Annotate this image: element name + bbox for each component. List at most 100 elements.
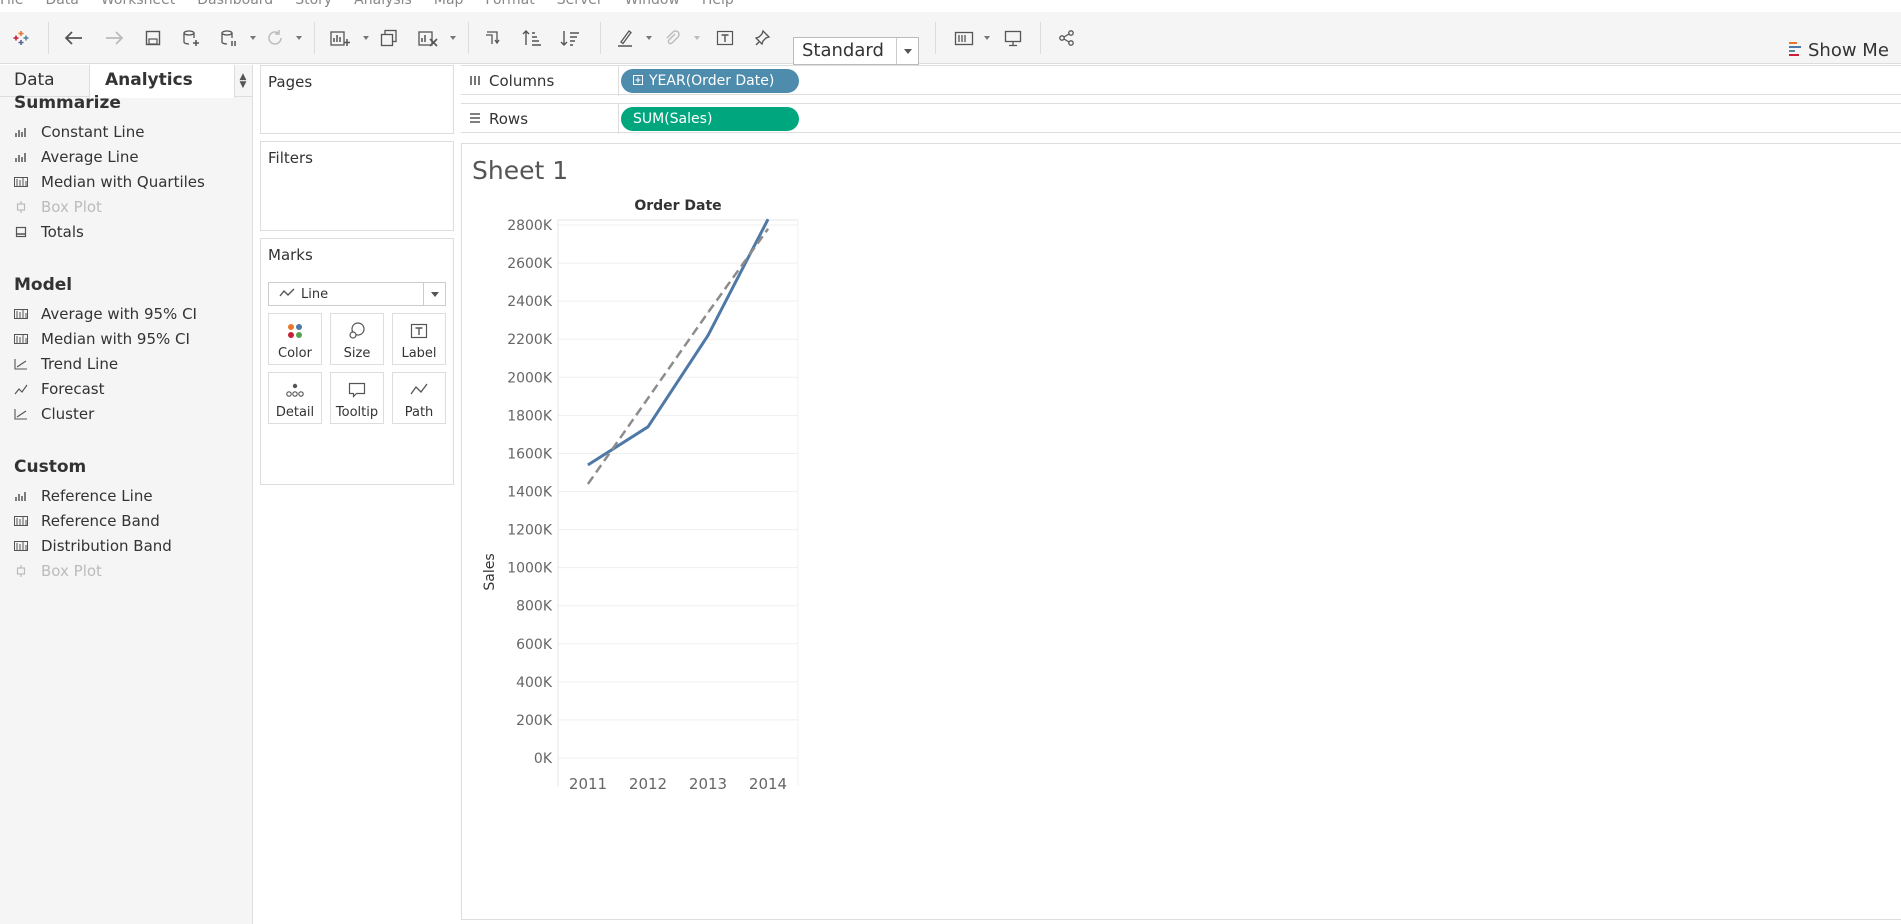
expand-icon[interactable] (633, 73, 643, 89)
group-icon[interactable] (660, 26, 682, 50)
band-icon (14, 332, 28, 346)
detail-button[interactable]: Detail (268, 372, 322, 424)
undo-icon[interactable] (62, 26, 86, 50)
forecast-icon (14, 382, 28, 396)
show-me-label: Show Me (1808, 39, 1889, 61)
analytics-item-average-line[interactable]: Average Line (14, 146, 139, 168)
menu-file[interactable]: File (0, 0, 23, 12)
menu-data[interactable]: Data (45, 0, 78, 12)
label-label: Label (401, 346, 437, 361)
analytics-item-totals[interactable]: Totals (14, 221, 84, 243)
menu-story[interactable]: Story (295, 0, 332, 12)
rows-shelf[interactable]: Rows SUM(Sales) (461, 103, 1901, 134)
analytics-item-label: Totals (41, 223, 84, 241)
color-button[interactable]: Color (268, 313, 322, 365)
y-tick-label: 400K (516, 675, 553, 691)
y-tick-label: 1400K (507, 485, 553, 501)
analytics-item-reference-band[interactable]: Reference Band (14, 510, 160, 532)
columns-pill[interactable]: YEAR(Order Date) (621, 69, 799, 93)
menu-bar: File Data Worksheet Dashboard Story Analysis M… (0, 0, 1901, 12)
analytics-item-box-plot[interactable]: Box Plot (14, 560, 102, 582)
mark-type-select[interactable]: Line (268, 282, 446, 306)
tableau-logo-icon[interactable] (10, 26, 32, 50)
section-title-model: Model (14, 275, 73, 295)
filters-card[interactable]: Filters (260, 141, 454, 231)
analytics-item-label: Box Plot (41, 198, 102, 216)
sort-ascending-icon[interactable] (520, 26, 544, 50)
swap-icon[interactable] (482, 26, 506, 50)
fit-select[interactable]: Standard (793, 37, 919, 65)
save-icon[interactable] (142, 26, 164, 50)
size-button[interactable]: Size (330, 313, 384, 365)
show-labels-icon[interactable] (714, 26, 736, 50)
analytics-item-label: Trend Line (41, 355, 119, 373)
menu-analysis[interactable]: Analysis (354, 0, 412, 12)
chevron-down-icon[interactable] (423, 283, 445, 305)
mark-type-value: Line (301, 286, 329, 302)
menu-map[interactable]: Map (434, 0, 464, 12)
line-point (707, 334, 709, 336)
band-icon (14, 539, 28, 553)
analytics-item-constant-line[interactable]: Constant Line (14, 121, 144, 143)
pause-updates-icon[interactable] (218, 26, 240, 50)
analytics-item-box-plot[interactable]: Box Plot (14, 196, 102, 218)
redo-icon[interactable] (102, 26, 126, 50)
x-tick-label: 2013 (689, 775, 727, 793)
analytics-item-reference-line[interactable]: Reference Line (14, 485, 153, 507)
y-tick-label: 1200K (507, 523, 553, 539)
label-button[interactable]: Label (392, 313, 446, 365)
y-tick-label: 600K (516, 637, 553, 653)
menu-help[interactable]: Help (702, 0, 734, 12)
analytics-item-label: Median with Quartiles (41, 173, 205, 191)
analytics-item-label: Distribution Band (41, 537, 172, 555)
refresh-icon[interactable] (264, 26, 286, 50)
share-icon[interactable] (1056, 26, 1078, 50)
analytics-item-distribution-band[interactable]: Distribution Band (14, 535, 172, 557)
menu-dashboard[interactable]: Dashboard (197, 0, 273, 12)
column-header: Order Date (634, 198, 721, 214)
presentation-icon[interactable] (1002, 26, 1024, 50)
analytics-item-median-with-95-ci[interactable]: Median with 95% CI (14, 328, 190, 350)
line-point (707, 312, 709, 314)
color-icon (269, 321, 321, 341)
pages-card[interactable]: Pages (260, 65, 454, 134)
show-me-button[interactable]: Show Me (1788, 38, 1889, 62)
y-tick-label: 1800K (507, 408, 553, 424)
sort-descending-icon[interactable] (558, 26, 582, 50)
highlight-icon[interactable] (614, 26, 636, 50)
show-cards-icon[interactable] (952, 26, 976, 50)
section-title-summarize: Summarize (14, 93, 121, 113)
analytics-item-trend-line[interactable]: Trend Line (14, 353, 118, 375)
columns-icon (469, 72, 481, 90)
analytics-item-median-with-quartiles[interactable]: Median with Quartiles (14, 171, 205, 193)
fix-axes-icon[interactable] (752, 26, 774, 50)
rows-pill-label: SUM(Sales) (633, 111, 713, 127)
analytics-item-cluster[interactable]: Cluster (14, 403, 94, 425)
analytics-item-label: Cluster (41, 405, 95, 423)
menu-window[interactable]: Window (625, 0, 680, 12)
y-tick-label: 2800K (507, 218, 553, 234)
pane-menu-icon[interactable]: ▲ ▼ (237, 73, 249, 90)
columns-shelf[interactable]: Columns YEAR(Order Date) (461, 65, 1901, 96)
analytics-item-forecast[interactable]: Forecast (14, 378, 104, 400)
y-tick-label: 2600K (507, 256, 553, 272)
new-worksheet-icon[interactable] (328, 26, 352, 50)
worksheet-view: Sheet 1 Order Date 0K 200K 400K 600K 800K 1000… (461, 143, 1901, 920)
path-button[interactable]: Path (392, 372, 446, 424)
analytics-item-label: Box Plot (41, 562, 102, 580)
band-icon (14, 514, 28, 528)
new-data-source-icon[interactable] (180, 26, 202, 50)
rows-pill[interactable]: SUM(Sales) (621, 107, 799, 131)
analytics-item-average-with-95-ci[interactable]: Average with 95% CI (14, 303, 197, 325)
tooltip-button[interactable]: Tooltip (330, 372, 384, 424)
clear-sheet-icon[interactable] (416, 26, 440, 50)
section-title-custom: Custom (14, 457, 87, 477)
analytics-item-label: Constant Line (41, 123, 145, 141)
menu-worksheet[interactable]: Worksheet (101, 0, 175, 12)
duplicate-sheet-icon[interactable] (378, 26, 400, 50)
menu-format[interactable]: Format (485, 0, 534, 12)
line-point (767, 218, 769, 220)
x-tick-label: 2014 (749, 775, 787, 793)
menu-server[interactable]: Server (557, 0, 603, 12)
chevron-down-icon[interactable] (896, 38, 918, 64)
